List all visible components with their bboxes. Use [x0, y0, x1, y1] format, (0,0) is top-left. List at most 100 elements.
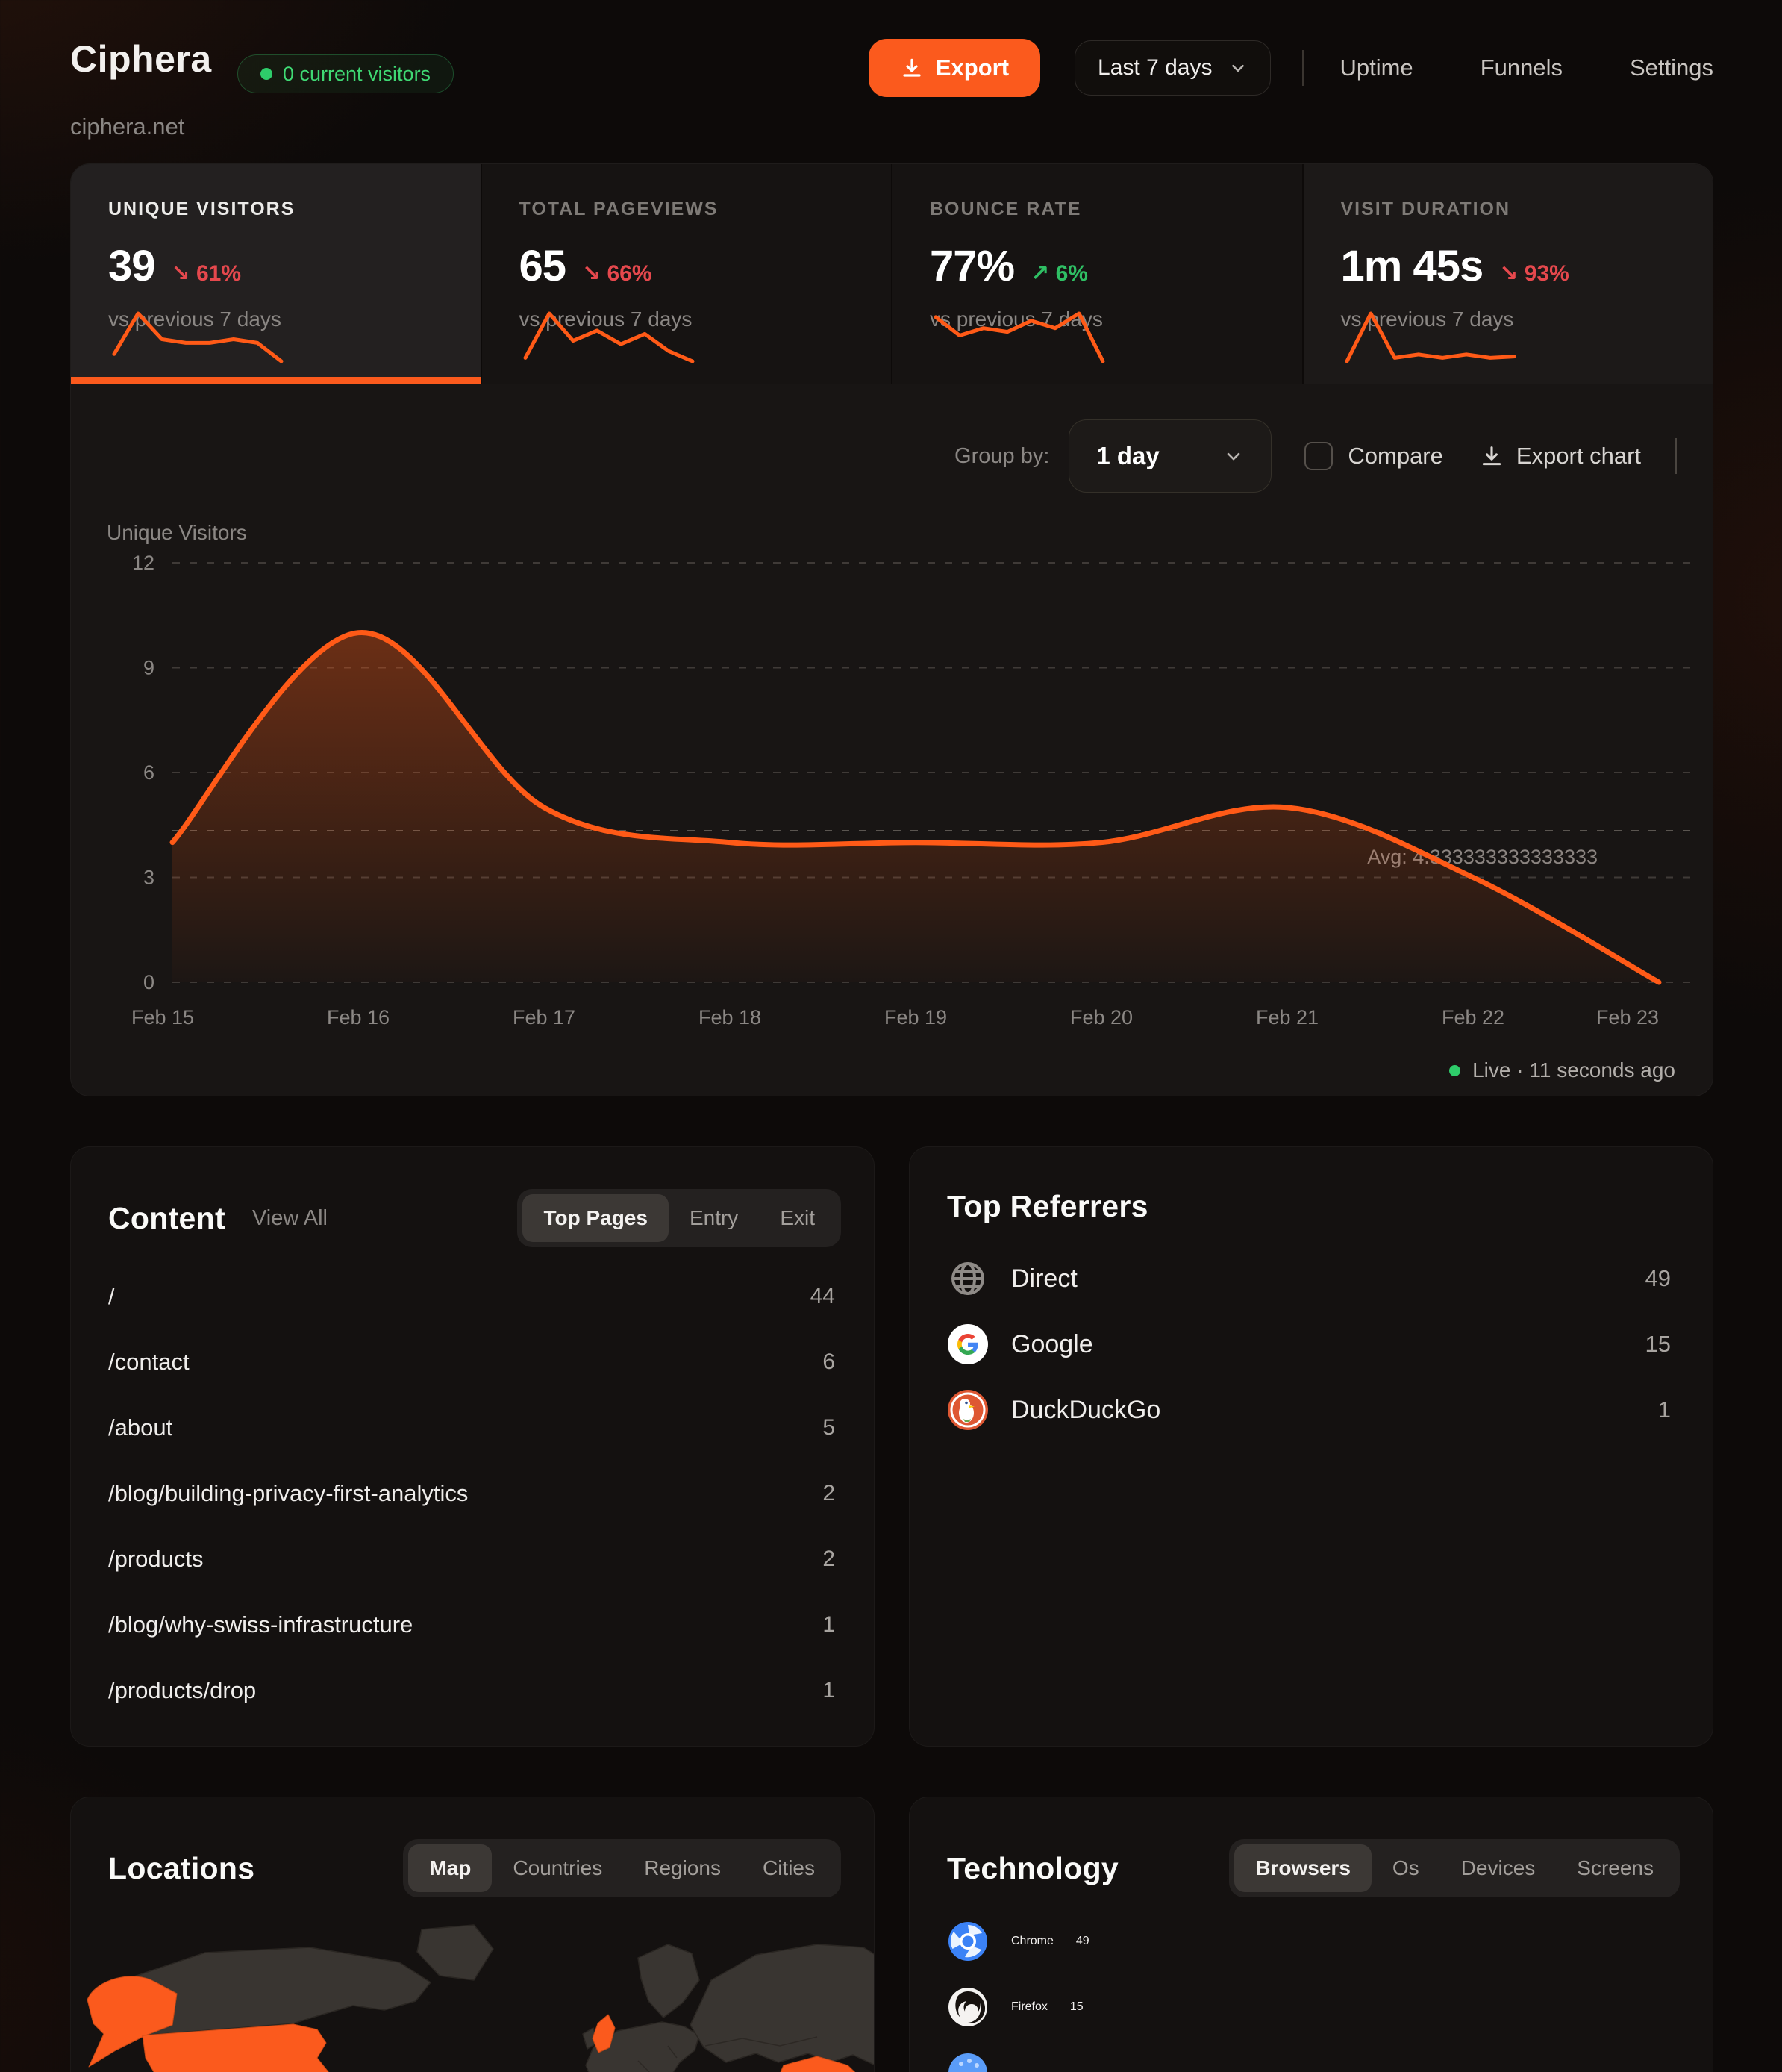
- view-all-link[interactable]: View All: [252, 1206, 328, 1231]
- referrers-list: Direct 49 Google 15: [947, 1246, 1671, 1443]
- svg-text:Feb 21: Feb 21: [1256, 1006, 1319, 1029]
- tab-map[interactable]: Map: [408, 1844, 492, 1892]
- tab-devices[interactable]: Devices: [1440, 1844, 1557, 1892]
- table-row[interactable]: /blog/why-swiss-infrastructure1: [108, 1592, 835, 1658]
- page-title: Ciphera: [70, 37, 212, 81]
- table-row[interactable]: DuckDuckGo 1: [947, 1377, 1671, 1443]
- current-visitors-badge: 0 current visitors: [237, 54, 454, 93]
- svg-text:Feb 18: Feb 18: [698, 1006, 761, 1029]
- header-actions: Export Last 7 days Uptime Funnels Settin…: [869, 39, 1713, 97]
- stat-label: VISIT DURATION: [1341, 199, 1683, 220]
- table-row[interactable]: Direct 49: [947, 1246, 1671, 1311]
- table-row[interactable]: /blog/building-privacy-first-analytics2: [108, 1461, 835, 1526]
- chevron-down-icon: [1228, 58, 1248, 78]
- stat-delta: ↘ 66%: [582, 260, 652, 287]
- sparkline-chart: [1341, 308, 1520, 367]
- nav-uptime[interactable]: Uptime: [1339, 54, 1413, 81]
- svg-text:Feb 22: Feb 22: [1442, 1006, 1504, 1029]
- locations-title: Locations: [108, 1851, 254, 1886]
- table-row[interactable]: /products2: [108, 1526, 835, 1592]
- sparkline-chart: [519, 308, 698, 367]
- tab-regions[interactable]: Regions: [623, 1844, 742, 1892]
- main-nav: Uptime Funnels Settings: [1339, 54, 1713, 81]
- tab-entry[interactable]: Entry: [669, 1194, 759, 1242]
- chrome-icon: [947, 1920, 989, 1962]
- svg-text:0: 0: [143, 971, 154, 993]
- table-row[interactable]: /44: [108, 1264, 835, 1329]
- export-label: Export: [936, 54, 1009, 81]
- table-row[interactable]: Google 15: [947, 1311, 1671, 1377]
- stat-value: 77%: [930, 241, 1014, 291]
- site-domain: ciphera.net: [70, 113, 184, 140]
- date-range-value: Last 7 days: [1098, 55, 1212, 81]
- svg-text:Feb 19: Feb 19: [884, 1006, 947, 1029]
- tab-screens[interactable]: Screens: [1556, 1844, 1675, 1892]
- stat-value: 39: [108, 241, 155, 291]
- nav-funnels[interactable]: Funnels: [1481, 54, 1563, 81]
- stat-unique-visitors[interactable]: UNIQUE VISITORS 39 ↘ 61% vs previous 7 d…: [71, 164, 481, 384]
- locations-tabs: Map Countries Regions Cities: [403, 1839, 841, 1897]
- technology-tabs: Browsers Os Devices Screens: [1229, 1839, 1680, 1897]
- tab-browsers[interactable]: Browsers: [1234, 1844, 1372, 1892]
- tab-cities[interactable]: Cities: [742, 1844, 836, 1892]
- svg-text:Feb 23: Feb 23: [1596, 1006, 1659, 1029]
- live-dot-icon: [260, 68, 272, 80]
- stat-bounce-rate[interactable]: BOUNCE RATE 77% ↗ 6% vs previous 7 days: [892, 164, 1302, 384]
- referrers-title: Top Referrers: [947, 1189, 1148, 1224]
- tab-countries[interactable]: Countries: [492, 1844, 623, 1892]
- svg-text:9: 9: [143, 657, 154, 679]
- svg-text:Feb 15: Feb 15: [131, 1006, 194, 1029]
- svg-text:12: 12: [132, 552, 154, 574]
- tab-top-pages[interactable]: Top Pages: [522, 1194, 669, 1242]
- content-panel: Content View All Top Pages Entry Exit /4…: [70, 1146, 875, 1747]
- table-row[interactable]: /products/drop1: [108, 1658, 835, 1723]
- svg-text:Feb 17: Feb 17: [513, 1006, 575, 1029]
- svg-text:Feb 20: Feb 20: [1070, 1006, 1133, 1029]
- browser-icon-partial: [947, 2052, 989, 2072]
- analytics-card: UNIQUE VISITORS 39 ↘ 61% vs previous 7 d…: [70, 163, 1713, 1096]
- stats-row: UNIQUE VISITORS 39 ↘ 61% vs previous 7 d…: [71, 164, 1713, 384]
- stat-label: TOTAL PAGEVIEWS: [519, 199, 862, 220]
- world-map[interactable]: [71, 1912, 875, 2072]
- firefox-icon: [947, 1986, 989, 2028]
- referrers-panel: Top Referrers Direct 49 Google: [909, 1146, 1713, 1747]
- stat-value: 1m 45s: [1341, 241, 1484, 291]
- locations-panel: Locations Map Countries Regions Cities: [70, 1797, 875, 2072]
- sparkline-chart: [108, 308, 287, 367]
- technology-panel: Technology Browsers Os Devices Screens C…: [909, 1797, 1713, 2072]
- content-tabs: Top Pages Entry Exit: [517, 1189, 841, 1247]
- current-visitors-label: 0 current visitors: [283, 63, 431, 86]
- stat-visit-duration[interactable]: VISIT DURATION 1m 45s ↘ 93% vs previous …: [1304, 164, 1713, 384]
- live-dot-icon: [1449, 1065, 1460, 1076]
- table-row[interactable]: /contact6: [108, 1329, 835, 1395]
- svg-text:6: 6: [143, 761, 154, 784]
- tab-exit[interactable]: Exit: [759, 1194, 836, 1242]
- duckduckgo-icon: [947, 1389, 989, 1431]
- svg-text:Feb 16: Feb 16: [327, 1006, 390, 1029]
- stat-label: BOUNCE RATE: [930, 199, 1272, 220]
- table-row-partial[interactable]: [947, 2040, 1671, 2072]
- table-row[interactable]: Firefox 15: [947, 1974, 1671, 2040]
- stat-total-pageviews[interactable]: TOTAL PAGEVIEWS 65 ↘ 66% vs previous 7 d…: [482, 164, 892, 384]
- globe-icon: [947, 1258, 989, 1299]
- download-icon: [900, 56, 924, 80]
- sparkline-chart: [930, 308, 1109, 367]
- live-status-text: Live · 11 seconds ago: [1472, 1058, 1675, 1082]
- date-range-select[interactable]: Last 7 days: [1075, 40, 1271, 96]
- top-pages-list: /44 /contact6 /about5 /blog/building-pri…: [108, 1264, 835, 1723]
- table-row[interactable]: Chrome 49: [947, 1909, 1671, 1974]
- table-row[interactable]: /about5: [108, 1395, 835, 1461]
- nav-settings[interactable]: Settings: [1630, 54, 1713, 81]
- tab-os[interactable]: Os: [1372, 1844, 1440, 1892]
- browsers-list: Chrome 49 Firefox 15: [947, 1909, 1671, 2072]
- export-button[interactable]: Export: [869, 39, 1040, 97]
- technology-title: Technology: [947, 1851, 1119, 1886]
- stat-delta: ↗ 6%: [1031, 260, 1088, 287]
- content-title: Content: [108, 1201, 225, 1236]
- svg-text:3: 3: [143, 867, 154, 889]
- stat-delta: ↘ 61%: [172, 260, 242, 287]
- stat-delta: ↘ 93%: [1499, 260, 1569, 287]
- stat-label: UNIQUE VISITORS: [108, 199, 451, 220]
- unique-visitors-chart[interactable]: 036912Avg: 4.333333333333333Feb 15Feb 16…: [71, 384, 1713, 1096]
- google-icon: [947, 1323, 989, 1365]
